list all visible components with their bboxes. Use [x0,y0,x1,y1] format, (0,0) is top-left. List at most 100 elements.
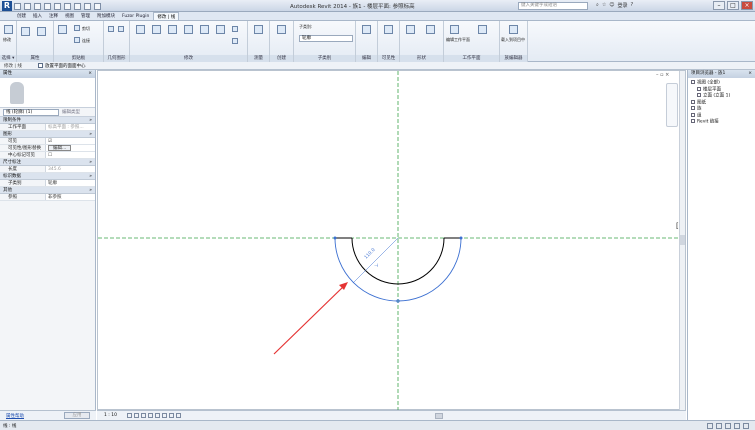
properties-help-link[interactable]: 属性帮助 [6,413,24,419]
close-icon[interactable]: × [88,70,92,78]
radius-dimension-label[interactable]: 110.0 [363,247,376,260]
undo-icon[interactable] [34,2,41,10]
edit-work-plane-icon[interactable] [450,25,459,34]
help-icon[interactable]: ? [631,2,634,9]
view-window-controls[interactable]: – ▫ × [656,72,669,78]
options-mode: 修改 | 线 [4,64,22,69]
options-bar: 修改 | 线 放置平面的面面中心 [0,62,755,70]
edit-icon[interactable] [362,25,371,34]
text-icon[interactable] [74,2,81,10]
minimize-icon[interactable]: – [713,1,725,10]
3d-view-icon[interactable] [84,2,91,10]
drawing-area[interactable]: 110.0 ⊣ [ – ▫ × [97,70,687,411]
visible-checkbox[interactable]: ☑ [46,138,95,144]
panel-label[interactable]: 选择 ▾ [0,55,16,62]
edit-type-button[interactable]: 编辑类型 [62,109,80,115]
sun-path-icon[interactable] [141,413,146,418]
category-other[interactable]: 其他» [0,187,95,194]
shadows-icon[interactable] [148,413,153,418]
tab-insert[interactable]: 插入 [30,12,45,20]
convert-symbolic-icon[interactable] [406,25,415,34]
tab-fuzor[interactable]: Fuzor Plugin [119,12,152,20]
measure-tool-icon[interactable] [254,25,263,34]
search-input[interactable]: 键入关键字或短语 [518,2,588,10]
join-icon[interactable] [74,37,80,43]
cut-icon[interactable] [74,25,80,31]
tab-modify-lines[interactable]: 修改 | 线 [153,12,180,20]
tab-annotate[interactable]: 注释 [46,12,61,20]
scale-icon[interactable] [232,26,238,32]
redo-icon[interactable] [44,2,51,10]
visual-style-icon[interactable] [134,413,139,418]
sign-in-link[interactable]: 登录 [618,2,628,9]
detail-level-icon[interactable] [127,413,132,418]
show-crop-icon[interactable] [162,413,167,418]
properties-icon[interactable] [21,27,30,36]
maximize-icon[interactable]: □ [727,1,739,10]
radius-dimension-line[interactable] [352,237,399,284]
match-icon[interactable] [108,26,114,32]
mirror-icon[interactable] [168,25,177,34]
navigation-bar[interactable] [666,83,678,127]
star-icon[interactable]: ☆ [602,2,606,9]
tab-addins[interactable]: 附加模块 [94,12,118,20]
vertical-scrollbar[interactable] [679,71,685,411]
category-dimensions[interactable]: 尺寸标注» [0,159,95,166]
copy-icon[interactable] [118,26,124,32]
move-icon[interactable] [184,25,193,34]
select-pinned-icon[interactable] [734,423,740,429]
user-icon[interactable]: ☺ [609,2,614,9]
tab-view[interactable]: 视图 [62,12,77,20]
arc-endpoint-left[interactable] [333,236,337,240]
binoculars-icon[interactable]: ⌕ [596,2,599,9]
paste-icon[interactable] [58,25,67,34]
select-links-icon[interactable] [716,423,722,429]
revit-logo-icon[interactable]: R [2,1,12,11]
drag-elements-icon[interactable] [743,423,749,429]
view-scale[interactable]: 1 : 10 [104,413,117,418]
align-icon[interactable] [136,25,145,34]
crop-view-icon[interactable] [155,413,160,418]
rotate-icon[interactable] [200,25,209,34]
drawing-canvas[interactable]: 110.0 ⊣ [ [98,71,687,411]
title-tools: ⌕ ☆ ☺ 登录 ? [596,2,633,9]
tab-manage[interactable]: 管理 [78,12,93,20]
delete-icon[interactable] [232,38,238,44]
print-icon[interactable] [54,2,61,10]
category-identity-data[interactable]: 标识数据» [0,173,95,180]
category-constraints[interactable]: 限制条件» [0,117,95,124]
tree-item-revit-links[interactable]: Revit 链接 [691,119,753,126]
trim-icon[interactable] [216,25,225,34]
options-checkbox[interactable] [38,63,43,68]
center-mark-checkbox[interactable]: ☐ [46,152,95,158]
select-underlay-icon[interactable] [725,423,731,429]
create-similar-icon[interactable] [277,25,286,34]
open-icon[interactable] [14,2,21,10]
temporary-hide-icon[interactable] [169,413,174,418]
close-icon[interactable]: × [741,1,753,10]
load-into-project-icon[interactable] [509,25,518,34]
close-hidden-icon[interactable] [94,2,101,10]
type-properties-icon[interactable] [37,27,46,36]
pick-new-icon[interactable] [478,25,487,34]
save-icon[interactable] [24,2,31,10]
tab-create[interactable]: 创建 [14,12,29,20]
measure-icon[interactable] [64,2,71,10]
offset-icon[interactable] [152,25,161,34]
scrollbar-thumb[interactable] [680,235,685,245]
arc-endpoint-right[interactable] [459,236,463,240]
convert-model-icon[interactable] [426,25,435,34]
edit-visibility-button[interactable]: 编辑... [48,145,72,151]
subcategory-select[interactable]: 轮廓 [299,35,353,42]
panel-label: 可见性 [378,55,399,62]
horizontal-scrollbar-thumb[interactable] [435,413,443,419]
visibility-settings-icon[interactable] [384,25,393,34]
apply-button[interactable]: 应用 [64,412,90,419]
reveal-hidden-icon[interactable] [176,413,181,418]
filter-icon[interactable] [707,423,713,429]
close-icon[interactable]: × [748,70,752,78]
dimension-lock-icon[interactable]: ⊣ [374,263,378,269]
modify-arrow-icon[interactable] [4,25,13,34]
type-selector[interactable]: 线 (轮廓) (1) [3,108,59,116]
category-graphics[interactable]: 图形» [0,131,95,138]
